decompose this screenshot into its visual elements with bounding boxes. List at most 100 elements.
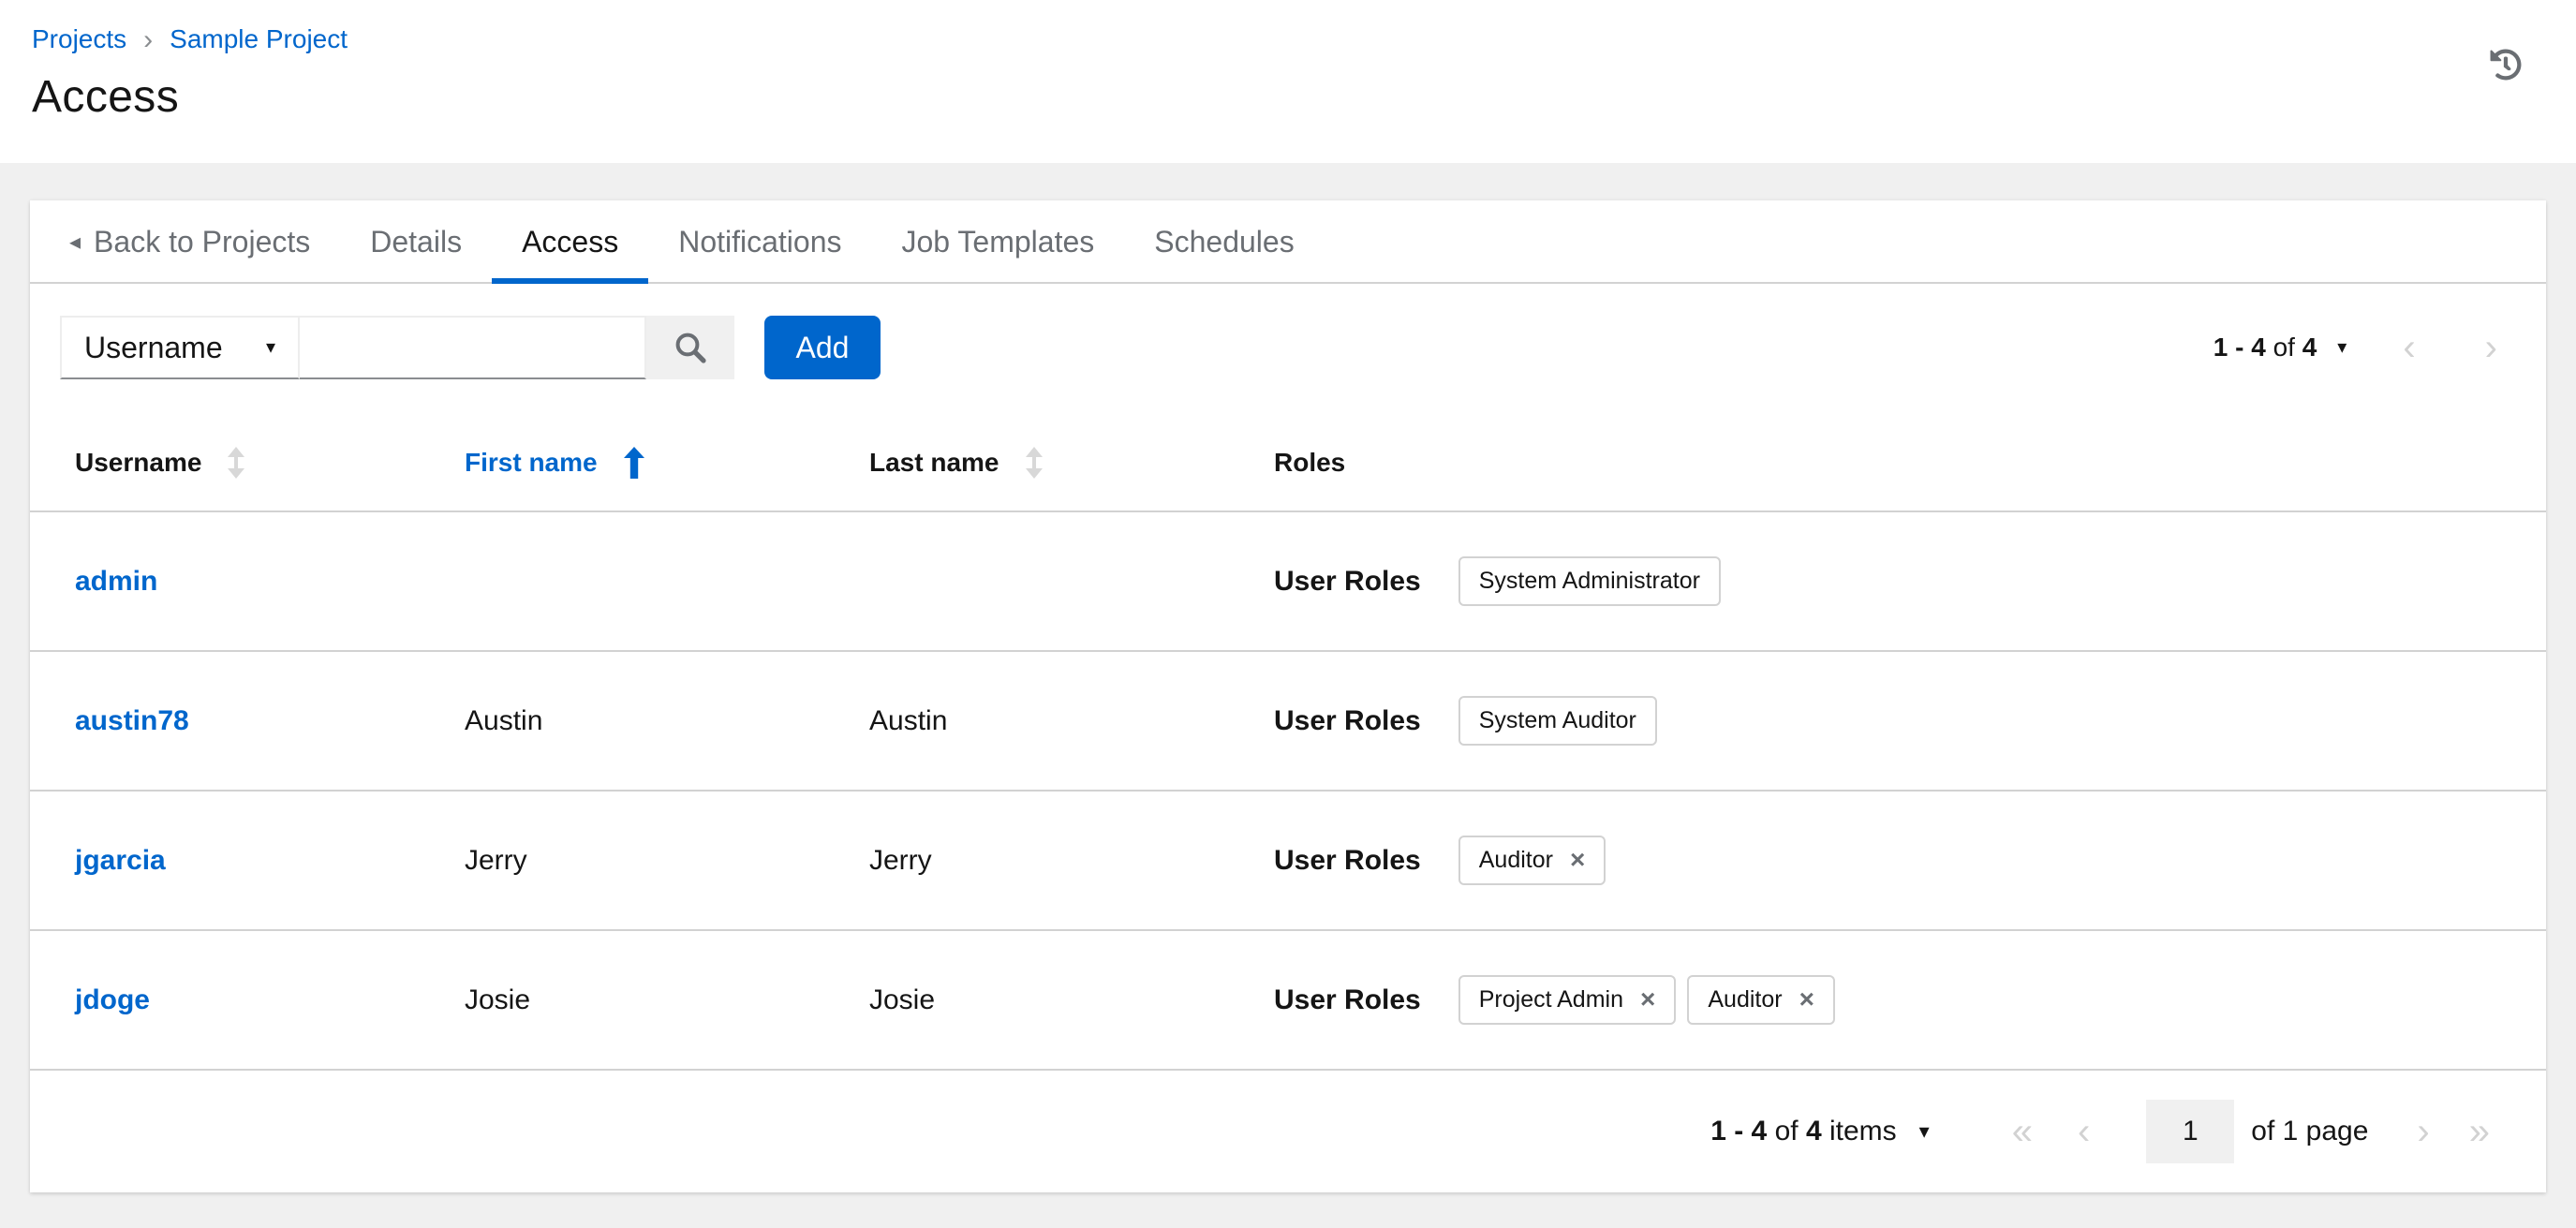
cell-username: jgarcia — [75, 845, 465, 877]
cell-first-name: Josie — [465, 984, 531, 1015]
cell-last-name: Austin — [869, 704, 948, 736]
column-header-username[interactable]: Username — [75, 447, 465, 479]
add-button[interactable]: Add — [764, 316, 881, 379]
role-chip: System Administrator — [1458, 556, 1721, 606]
breadcrumb: Projects › Sample Project — [32, 24, 2576, 54]
role-chip-label: System Administrator — [1478, 568, 1700, 594]
role-chip: Auditor × — [1687, 975, 1835, 1025]
table-header: Username First name Last name Roles — [30, 415, 2546, 512]
chip-remove-button[interactable]: × — [1640, 986, 1655, 1013]
page: Projects › Sample Project Access ◂ Back … — [0, 0, 2576, 1227]
role-chip: System Auditor — [1458, 696, 1657, 746]
prev-page-button[interactable]: ‹ — [2078, 1113, 2090, 1150]
role-chip-label: Auditor — [1708, 986, 1783, 1013]
cell-username: austin78 — [75, 705, 465, 737]
chip-remove-button[interactable]: × — [1570, 847, 1585, 873]
tab-schedules[interactable]: Schedules — [1124, 200, 1324, 284]
access-card: ◂ Back to Projects Details Access Notifi… — [30, 200, 2546, 1192]
role-chip-label: System Auditor — [1478, 707, 1636, 733]
column-label: Username — [75, 448, 202, 477]
role-chip-label: Project Admin — [1478, 986, 1623, 1013]
per-page-caret-icon[interactable]: ▾ — [1919, 1121, 1930, 1142]
pagination-total: 4 — [1805, 1116, 1822, 1147]
breadcrumb-link-projects[interactable]: Projects — [32, 24, 126, 54]
cell-last-name: Jerry — [869, 844, 932, 876]
user-roles-label: User Roles — [1274, 565, 1421, 597]
cell-first-name: Jerry — [465, 844, 527, 876]
search-input[interactable] — [300, 316, 646, 379]
column-label: Last name — [869, 448, 999, 477]
role-chip: Project Admin × — [1458, 975, 1677, 1025]
role-chip-group: System Administrator — [1458, 556, 1721, 606]
username-link[interactable]: austin78 — [75, 705, 189, 736]
sort-both-icon — [1025, 447, 1043, 479]
current-page-input[interactable] — [2146, 1100, 2235, 1163]
chip-remove-button[interactable]: × — [1799, 986, 1814, 1013]
username-link[interactable]: jgarcia — [75, 845, 166, 876]
sort-ascending-icon — [623, 447, 644, 479]
cell-last-name: Josie — [869, 984, 936, 1015]
activity-history-button[interactable] — [2486, 45, 2525, 84]
tab-access[interactable]: Access — [492, 200, 649, 284]
next-page-button[interactable]: › — [2485, 329, 2497, 366]
cell-username: admin — [75, 566, 465, 598]
table-row: admin User Roles System Administrator — [30, 512, 2546, 652]
tab-job-templates[interactable]: Job Templates — [872, 200, 1125, 284]
breadcrumb-link-sample-project[interactable]: Sample Project — [170, 24, 348, 54]
role-chip-group: System Auditor — [1458, 696, 1657, 746]
pagination-of-label: of — [2273, 333, 2295, 362]
tab-back-to-projects[interactable]: ◂ Back to Projects — [39, 200, 340, 284]
prev-page-button[interactable]: ‹ — [2403, 329, 2415, 366]
cell-roles: User Roles Project Admin × Auditor × — [1274, 975, 2501, 1025]
first-page-button[interactable]: « — [2012, 1113, 2033, 1150]
cell-username: jdoge — [75, 984, 465, 1016]
tab-label: Back to Projects — [94, 225, 311, 259]
last-page-button[interactable]: » — [2469, 1113, 2490, 1150]
sort-both-icon — [228, 447, 245, 479]
tab-bar: ◂ Back to Projects Details Access Notifi… — [30, 200, 2546, 284]
search-key-select-value: Username — [84, 330, 223, 364]
breadcrumb-separator-icon: › — [143, 24, 154, 55]
username-link[interactable]: jdoge — [75, 984, 150, 1015]
cell-roles: User Roles System Administrator — [1274, 556, 2501, 606]
pagination-range: 1 - 4 of 4 — [2213, 333, 2317, 362]
tab-notifications[interactable]: Notifications — [648, 200, 871, 284]
user-roles-label: User Roles — [1274, 984, 1421, 1015]
table-row: austin78 Austin Austin User Roles System… — [30, 652, 2546, 792]
column-header-roles: Roles — [1274, 448, 2501, 478]
role-chip-group: Auditor × — [1458, 836, 1606, 885]
page-title: Access — [32, 72, 180, 122]
column-label: Roles — [1274, 448, 1346, 477]
search-icon — [675, 333, 706, 363]
search-key-select[interactable]: Username ▾ — [60, 316, 300, 379]
column-label: First name — [465, 448, 598, 477]
search-button[interactable] — [646, 316, 734, 379]
caret-left-icon: ◂ — [69, 229, 81, 255]
user-roles-label: User Roles — [1274, 704, 1421, 736]
pagination-top: 1 - 4 of 4 ▾ ‹ › — [2213, 329, 2499, 366]
cell-roles: User Roles Auditor × — [1274, 836, 2501, 885]
pagination-range-numbers: 1 - 4 — [1710, 1116, 1768, 1147]
per-page-caret-icon[interactable]: ▾ — [2337, 338, 2347, 357]
role-chip-label: Auditor — [1478, 847, 1553, 873]
table-row: jdoge Josie Josie User Roles Project Adm… — [30, 931, 2546, 1071]
role-chip-group: Project Admin × Auditor × — [1458, 975, 1835, 1025]
pagination-total: 4 — [2302, 333, 2317, 362]
next-page-button[interactable]: › — [2417, 1113, 2429, 1150]
toolbar: Username ▾ Add 1 - 4 of 4 ▾ ‹ › — [30, 284, 2546, 415]
user-roles-label: User Roles — [1274, 844, 1421, 876]
username-link[interactable]: admin — [75, 566, 157, 597]
column-header-last-name[interactable]: Last name — [869, 447, 1274, 479]
pagination-items-range: 1 - 4 of 4 items — [1710, 1116, 1896, 1147]
pagination-of-label: of — [1774, 1116, 1799, 1147]
pagination-range-numbers: 1 - 4 — [2213, 333, 2266, 362]
main-content: ◂ Back to Projects Details Access Notifi… — [0, 163, 2576, 1228]
column-header-first-name[interactable]: First name — [465, 447, 869, 479]
history-icon — [2490, 49, 2522, 81]
tab-details[interactable]: Details — [340, 200, 492, 284]
role-chip: Auditor × — [1458, 836, 1606, 885]
page-count-label: of 1 page — [2251, 1116, 2369, 1147]
cell-roles: User Roles System Auditor — [1274, 696, 2501, 746]
page-header: Projects › Sample Project Access — [0, 0, 2576, 163]
cell-first-name: Austin — [465, 704, 543, 736]
